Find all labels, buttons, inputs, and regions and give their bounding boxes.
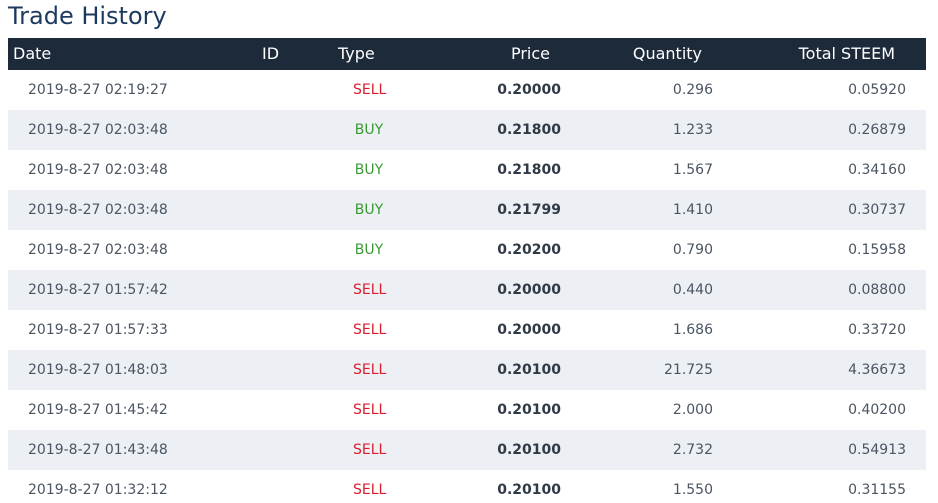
trade-table-body: 2019-8-27 02:19:27 SELL 0.20000 0.296 0.0592…	[8, 70, 926, 503]
trade-type: SELL	[353, 442, 387, 458]
trade-type: SELL	[353, 82, 387, 98]
table-row[interactable]: 2019-8-27 02:03:48 BUY 0.21800 1.567 0.34160	[8, 150, 926, 190]
trade-type: BUY	[354, 122, 384, 138]
trade-date: 2019-8-27 02:19:27	[28, 82, 168, 98]
table-row[interactable]: 2019-8-27 01:32:12 SELL 0.20100 1.550 0.3115…	[8, 470, 926, 503]
trade-date: 2019-8-27 01:48:03	[28, 362, 168, 378]
trade-quantity: 1.410	[672, 202, 713, 218]
trade-price: 0.20000	[497, 322, 561, 338]
trade-type: SELL	[353, 322, 387, 338]
trade-date: 2019-8-27 02:03:48	[28, 162, 168, 178]
column-header-date[interactable]: Date	[13, 38, 51, 70]
trade-total-steem: 0.31155	[848, 482, 906, 498]
column-header-id[interactable]: ID	[262, 38, 279, 70]
trade-total-steem: 4.36673	[848, 362, 906, 378]
trade-quantity: 21.725	[664, 362, 713, 378]
trade-quantity: 1.550	[672, 482, 713, 498]
trade-date: 2019-8-27 02:03:48	[28, 242, 168, 258]
trade-date: 2019-8-27 01:45:42	[28, 402, 168, 418]
trade-price: 0.20100	[497, 442, 561, 458]
table-row[interactable]: 2019-8-27 01:45:42 SELL 0.20100 2.000 0.4020…	[8, 390, 926, 430]
trade-type: BUY	[354, 242, 384, 258]
trade-total-steem: 0.08800	[848, 282, 906, 298]
trade-total-steem: 0.26879	[848, 122, 906, 138]
table-row[interactable]: 2019-8-27 02:03:48 BUY 0.21799 1.410 0.30737	[8, 190, 926, 230]
trade-type: SELL	[353, 482, 387, 498]
trade-price: 0.20100	[497, 362, 561, 378]
table-row[interactable]: 2019-8-27 01:57:42 SELL 0.20000 0.440 0.0880…	[8, 270, 926, 310]
trade-date: 2019-8-27 02:03:48	[28, 122, 168, 138]
trade-date: 2019-8-27 02:03:48	[28, 202, 168, 218]
trade-price: 0.21800	[497, 122, 561, 138]
trade-date: 2019-8-27 01:43:48	[28, 442, 168, 458]
trade-quantity: 0.296	[672, 82, 713, 98]
table-header: Date ID Type Price Quantity Total STEEM	[8, 38, 926, 70]
trade-date: 2019-8-27 01:32:12	[28, 482, 168, 498]
trade-price: 0.21800	[497, 162, 561, 178]
trade-price: 0.20200	[497, 242, 561, 258]
table-row[interactable]: 2019-8-27 02:19:27 SELL 0.20000 0.296 0.0592…	[8, 70, 926, 110]
trade-total-steem: 0.05920	[848, 82, 906, 98]
table-row[interactable]: 2019-8-27 01:48:03 SELL 0.20100 21.725 4.366…	[8, 350, 926, 390]
table-row[interactable]: 2019-8-27 01:43:48 SELL 0.20100 2.732 0.5491…	[8, 430, 926, 470]
trade-price: 0.20000	[497, 82, 561, 98]
trade-quantity: 1.567	[672, 162, 713, 178]
trade-quantity: 2.732	[672, 442, 713, 458]
trade-type: SELL	[353, 402, 387, 418]
trade-total-steem: 0.15958	[848, 242, 906, 258]
trade-type: SELL	[353, 282, 387, 298]
column-header-quantity[interactable]: Quantity	[633, 38, 702, 70]
trade-date: 2019-8-27 01:57:42	[28, 282, 168, 298]
trade-price: 0.20100	[497, 482, 561, 498]
column-header-total-steem[interactable]: Total STEEM	[799, 38, 895, 70]
trade-price: 0.20000	[497, 282, 561, 298]
trade-total-steem: 0.33720	[848, 322, 906, 338]
trade-quantity: 0.790	[672, 242, 713, 258]
trade-total-steem: 0.34160	[848, 162, 906, 178]
trade-total-steem: 0.54913	[848, 442, 906, 458]
table-row[interactable]: 2019-8-27 02:03:48 BUY 0.20200 0.790 0.15958	[8, 230, 926, 270]
trade-type: BUY	[354, 202, 384, 218]
trade-date: 2019-8-27 01:57:33	[28, 322, 168, 338]
trade-price: 0.21799	[497, 202, 561, 218]
trade-price: 0.20100	[497, 402, 561, 418]
trade-quantity: 2.000	[672, 402, 713, 418]
trade-history-panel: Trade History Date ID Type Price Quantit…	[0, 0, 938, 503]
trade-quantity: 1.686	[672, 322, 713, 338]
trade-total-steem: 0.40200	[848, 402, 906, 418]
trade-type: BUY	[354, 162, 384, 178]
column-header-type[interactable]: Type	[338, 38, 375, 70]
trade-total-steem: 0.30737	[848, 202, 906, 218]
trade-quantity: 0.440	[672, 282, 713, 298]
table-row[interactable]: 2019-8-27 02:03:48 BUY 0.21800 1.233 0.26879	[8, 110, 926, 150]
column-header-price[interactable]: Price	[511, 38, 550, 70]
trade-quantity: 1.233	[672, 122, 713, 138]
page-title: Trade History	[8, 2, 167, 30]
table-row[interactable]: 2019-8-27 01:57:33 SELL 0.20000 1.686 0.3372…	[8, 310, 926, 350]
trade-type: SELL	[353, 362, 387, 378]
